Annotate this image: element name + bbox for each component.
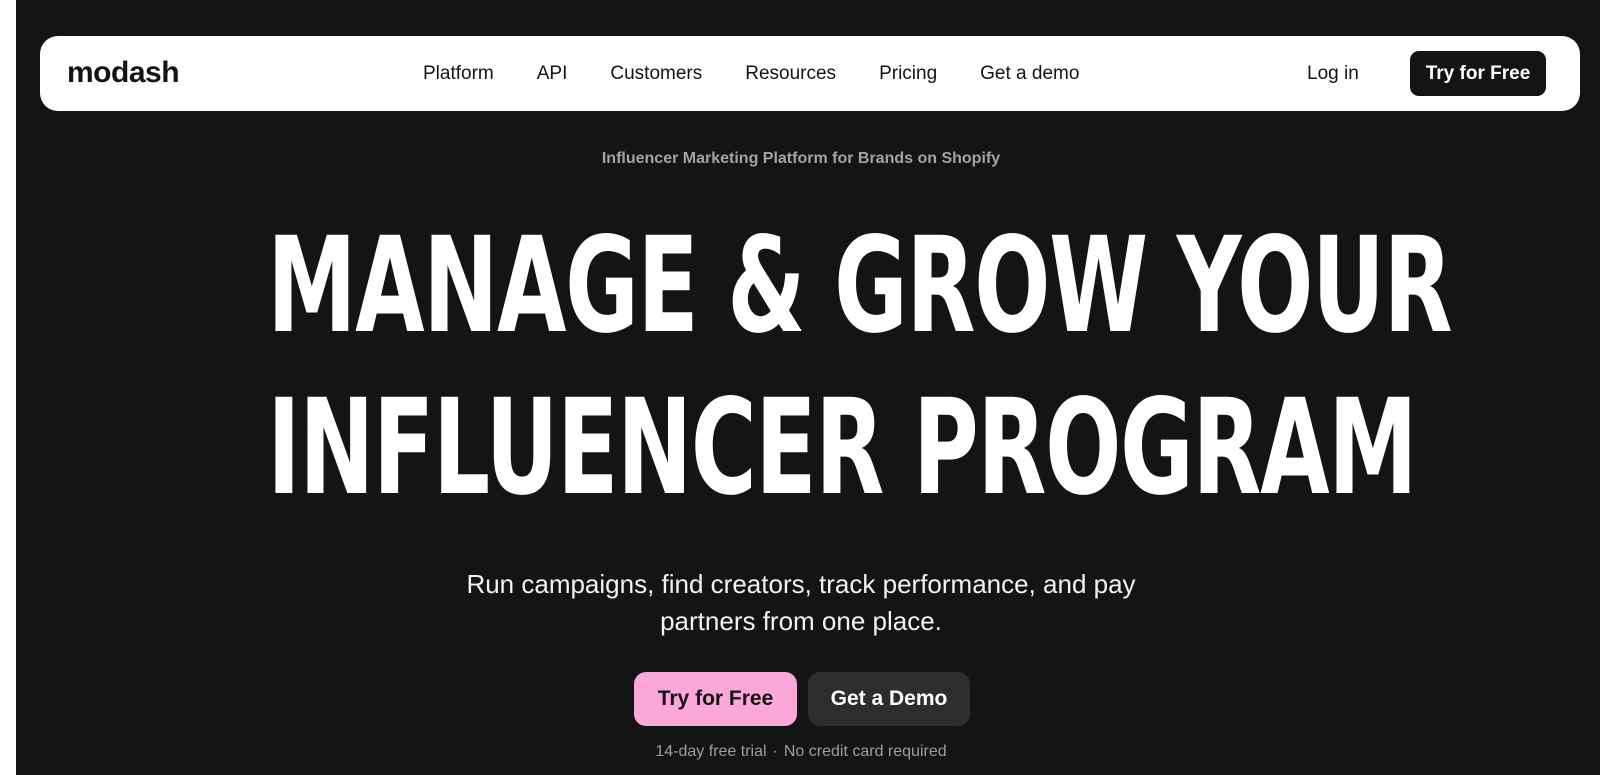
footnote-trial: 14-day free trial <box>655 743 767 760</box>
nav-try-for-free-button[interactable]: Try for Free <box>1410 51 1546 96</box>
nav-link-pricing[interactable]: Pricing <box>879 63 937 85</box>
nav-link-platform[interactable]: Platform <box>423 63 494 85</box>
headline-line-2: INFLUENCER PROGRAM <box>267 371 1417 525</box>
hero-cta-row: Try for Free Get a Demo <box>634 672 970 726</box>
try-for-free-button[interactable]: Try for Free <box>634 672 797 726</box>
login-link[interactable]: Log in <box>1307 36 1359 111</box>
top-navbar: modash Platform API Customers Resources … <box>40 36 1580 111</box>
modash-logo[interactable]: modash <box>67 54 180 92</box>
headline-line-1: MANAGE & GROW YOUR <box>267 209 1452 363</box>
nav-link-customers[interactable]: Customers <box>610 63 702 85</box>
hero-headline: MANAGE & GROW YOUR INFLUENCER PROGRAM <box>16 205 1586 529</box>
nav-link-get-a-demo[interactable]: Get a demo <box>980 63 1079 85</box>
footnote-no-card: No credit card required <box>783 743 947 760</box>
trial-footnote: 14-day free trial · No credit card require… <box>16 743 1586 761</box>
get-a-demo-button[interactable]: Get a Demo <box>808 672 970 726</box>
footnote-separator: · <box>772 743 778 760</box>
subtext-line-2: partners from one place. <box>660 606 942 636</box>
page-frame: modash Platform API Customers Resources … <box>16 0 1600 775</box>
subtext-line-1: Run campaigns, find creators, track perf… <box>466 569 1136 599</box>
nav-link-resources[interactable]: Resources <box>745 63 836 85</box>
hero-subtext: Run campaigns, find creators, track perf… <box>16 566 1586 640</box>
hero-eyebrow: Influencer Marketing Platform for Brands… <box>601 150 1001 167</box>
nav-link-api[interactable]: API <box>537 63 568 85</box>
main-nav: Platform API Customers Resources Pricing… <box>423 36 1079 111</box>
